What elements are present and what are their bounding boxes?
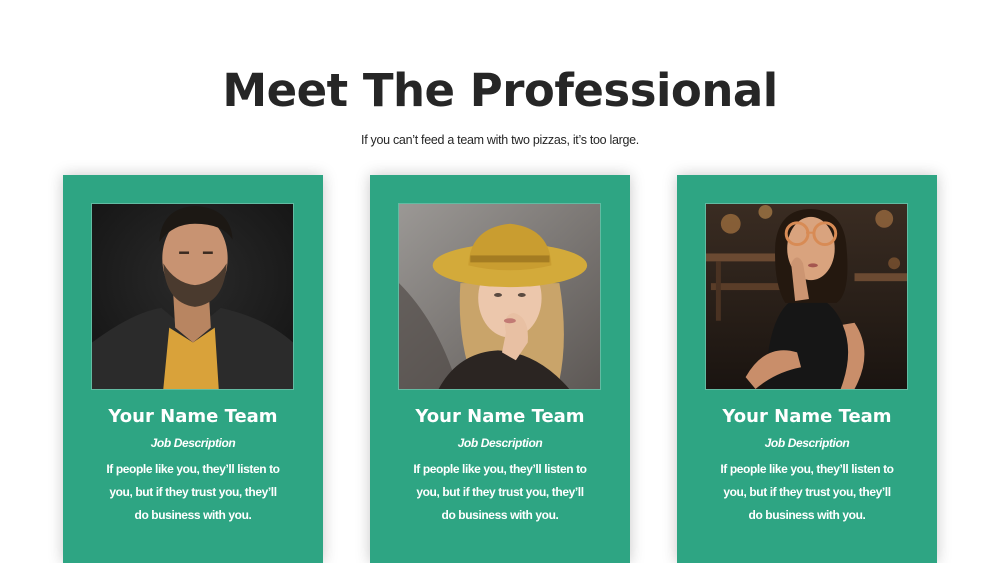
- member-name: Your Name Team: [415, 406, 585, 427]
- job-description: Job Description: [764, 436, 850, 450]
- team-card: Your Name Team Job Description If people…: [677, 175, 937, 563]
- job-description: Job Description: [150, 436, 236, 450]
- team-card: Your Name Team Job Description If people…: [63, 175, 323, 563]
- team-member-photo: [91, 203, 294, 390]
- team-member-photo: [705, 203, 908, 390]
- member-name: Your Name Team: [722, 406, 892, 427]
- page-title: Meet The Professional: [222, 64, 778, 117]
- page-subtitle: If you can’t feed a team with two pizzas…: [361, 133, 639, 147]
- team-member-photo: [398, 203, 601, 390]
- member-bio: If people like you, they’ll listen to yo…: [106, 462, 280, 522]
- member-name: Your Name Team: [108, 406, 278, 427]
- team-card: Your Name Team Job Description If people…: [370, 175, 630, 563]
- member-bio: If people like you, they’ll listen to yo…: [413, 462, 587, 522]
- member-bio: If people like you, they’ll listen to yo…: [720, 462, 894, 522]
- job-description: Job Description: [457, 436, 543, 450]
